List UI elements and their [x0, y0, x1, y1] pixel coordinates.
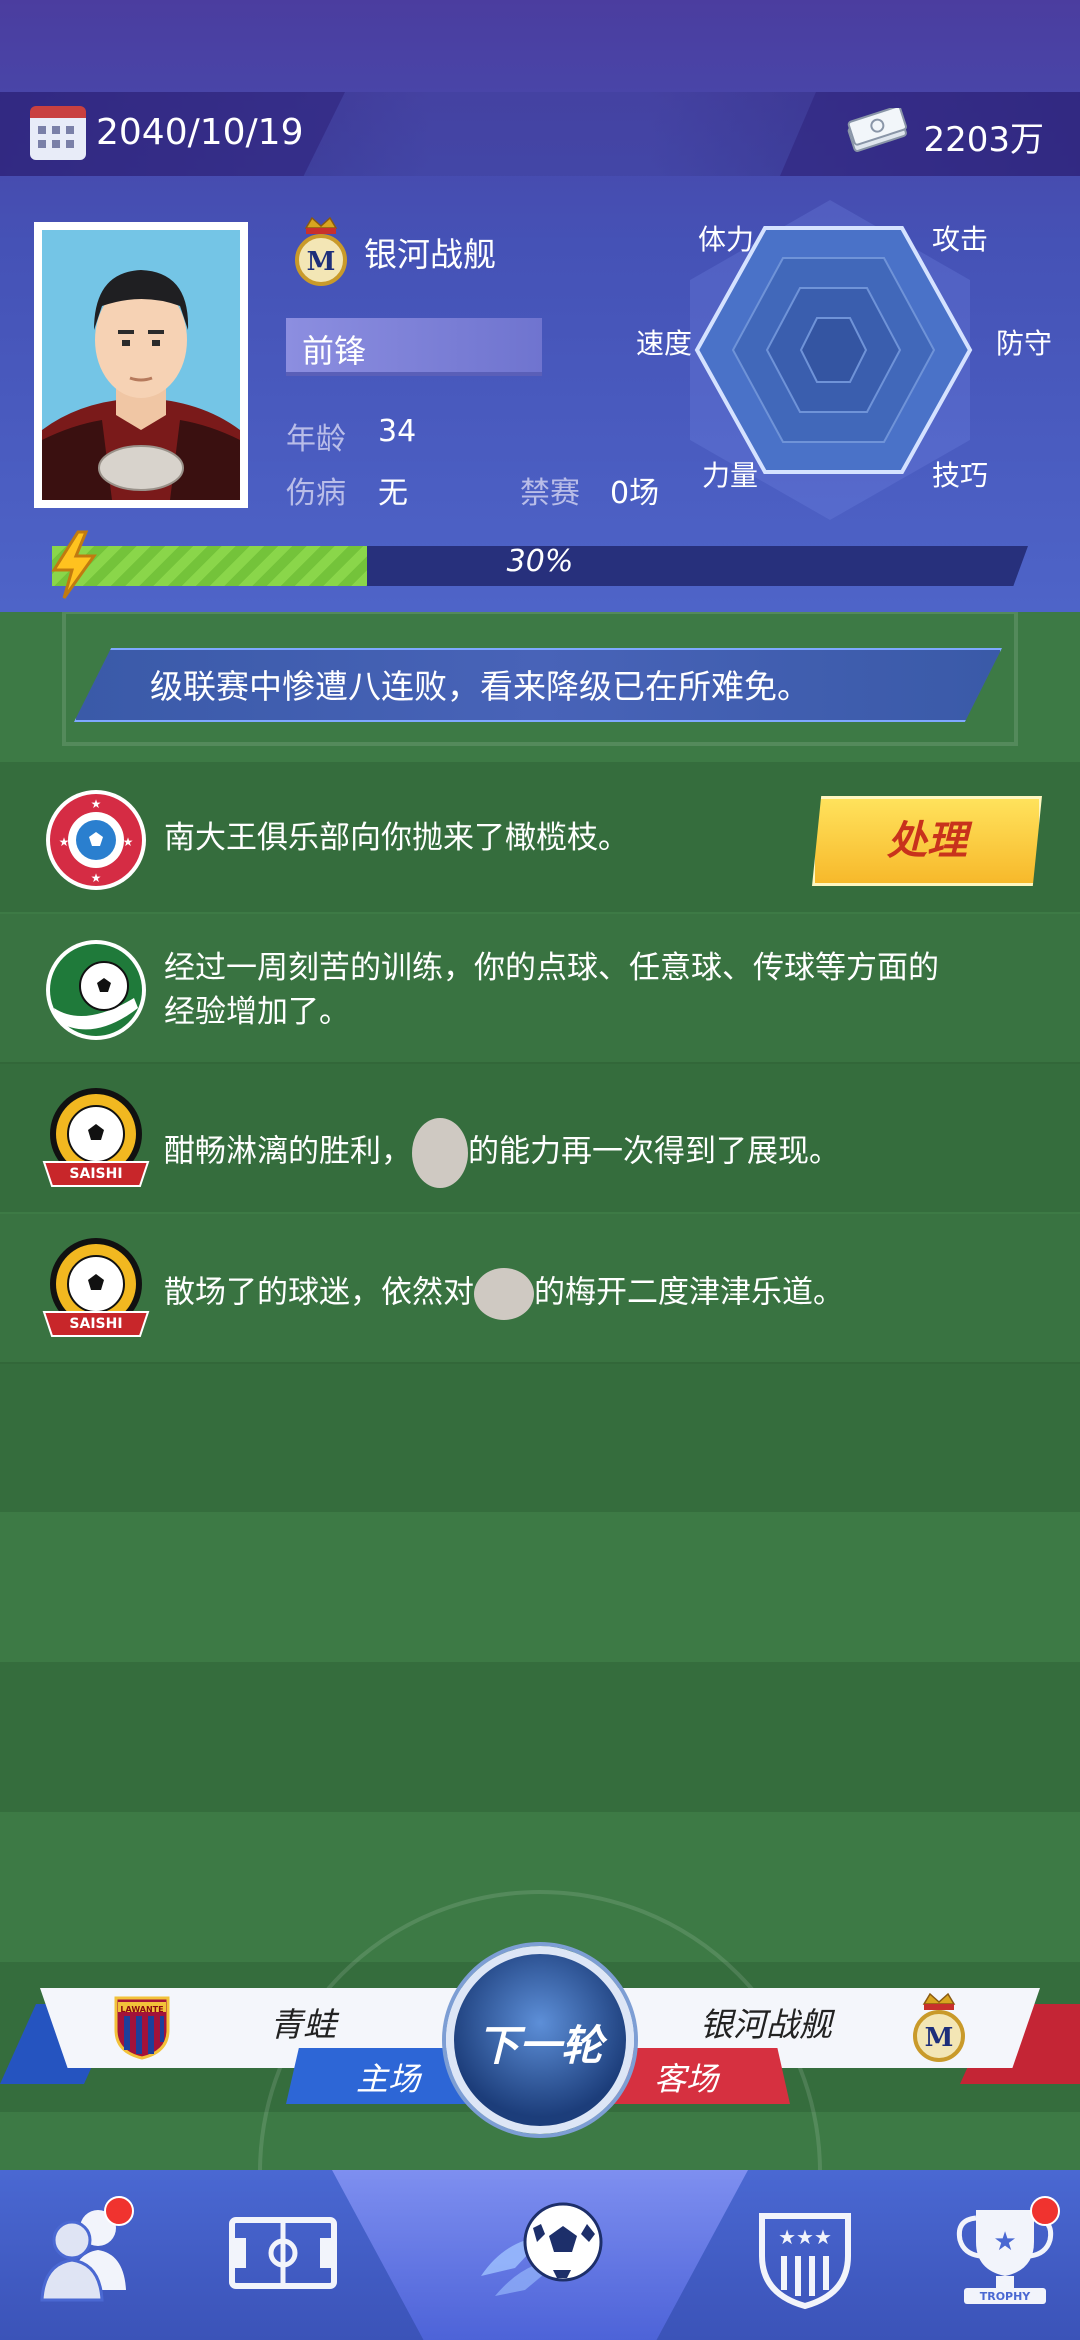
away-team-name: 银河战舰 — [700, 2005, 832, 2044]
nav-club-icon[interactable]: ★★★ — [740, 2190, 870, 2320]
radar-label-defense: 防守 — [996, 327, 1053, 360]
calendar-icon — [30, 106, 86, 160]
club-offer-icon: ★ ★ ★ ★ — [46, 790, 146, 890]
news-text-part: 散场了的球迷，依然对 — [164, 1274, 474, 1311]
energy-percent: 30% — [506, 544, 574, 579]
news-text: 酣畅淋漓的胜利， 的能力再一次得到了展现。 — [164, 1118, 1034, 1188]
cash-icon — [847, 108, 907, 152]
news-text: 经过一周刻苦的训练，你的点球、任意球、传球等方面的经验增加了。 — [164, 950, 939, 1030]
radar-label-power: 力量 — [702, 459, 759, 492]
player-position: 前锋 — [302, 332, 367, 370]
away-club-badge-icon: M — [913, 1992, 965, 2062]
home-tag-text: 主场 — [356, 2060, 421, 2098]
news-text-part: 的能力再一次得到了展现。 — [468, 1133, 840, 1170]
nav-home-ball-icon[interactable] — [475, 2180, 615, 2320]
redacted-sticker — [412, 1118, 468, 1188]
club-name: 银河战舰 — [364, 235, 496, 274]
training-icon — [46, 940, 146, 1040]
svg-text:★: ★ — [59, 835, 70, 849]
home-club-badge-icon — [114, 1996, 170, 2060]
svg-text:★: ★ — [123, 835, 134, 849]
radar-label-speed: 速度 — [636, 327, 693, 360]
svg-text:M: M — [925, 2023, 954, 2053]
notification-badge — [1030, 2196, 1060, 2226]
age-value: 34 — [378, 414, 417, 449]
ban-label: 禁赛 — [520, 476, 580, 511]
player-avatar — [42, 230, 240, 500]
svg-text:M: M — [307, 247, 336, 277]
news-text: 散场了的球迷，依然对 的梅开二度津津乐道。 — [164, 1268, 1034, 1320]
current-date: 2040/10/19 — [96, 112, 304, 153]
home-badge-text: LAWANTE — [120, 2005, 164, 2014]
svg-text:★: ★ — [993, 2227, 1016, 2257]
home-team-name: 青蛙 — [270, 2005, 336, 2044]
radar-label-attack: 攻击 — [932, 223, 989, 256]
news-text-part: 酣畅淋漓的胜利， — [164, 1133, 412, 1170]
saishi-label: SAISHI — [69, 1166, 123, 1182]
saishi-label: SAISHI — [69, 1316, 123, 1332]
club-badge-icon: M — [295, 216, 347, 286]
nav-pitch-icon[interactable] — [218, 2190, 348, 2320]
injury-label: 伤病 — [286, 476, 346, 511]
injury-value: 无 — [378, 476, 408, 511]
svg-text:★: ★ — [91, 797, 102, 811]
away-tag-text: 客场 — [654, 2060, 719, 2098]
svg-text:★: ★ — [91, 871, 102, 885]
age-label: 年龄 — [286, 422, 346, 457]
news-banner-text: 级联赛中惨遭八连败，看来降级已在所难免。 — [150, 667, 810, 706]
radar-label-skill: 技巧 — [932, 459, 989, 492]
player-portrait[interactable] — [34, 222, 248, 508]
redacted-sticker — [474, 1268, 534, 1320]
next-round-label[interactable]: 下一轮 — [446, 2012, 634, 2073]
radar-label-stamina: 体力 — [698, 223, 755, 256]
money-amount: 2203万 — [923, 120, 1044, 160]
news-text-part: 的梅开二度津津乐道。 — [534, 1274, 844, 1311]
svg-text:★★★: ★★★ — [778, 2225, 832, 2249]
trophy-label: TROPHY — [979, 2290, 1031, 2303]
notification-badge — [104, 2196, 134, 2226]
process-button[interactable]: 处理 — [812, 796, 1042, 886]
